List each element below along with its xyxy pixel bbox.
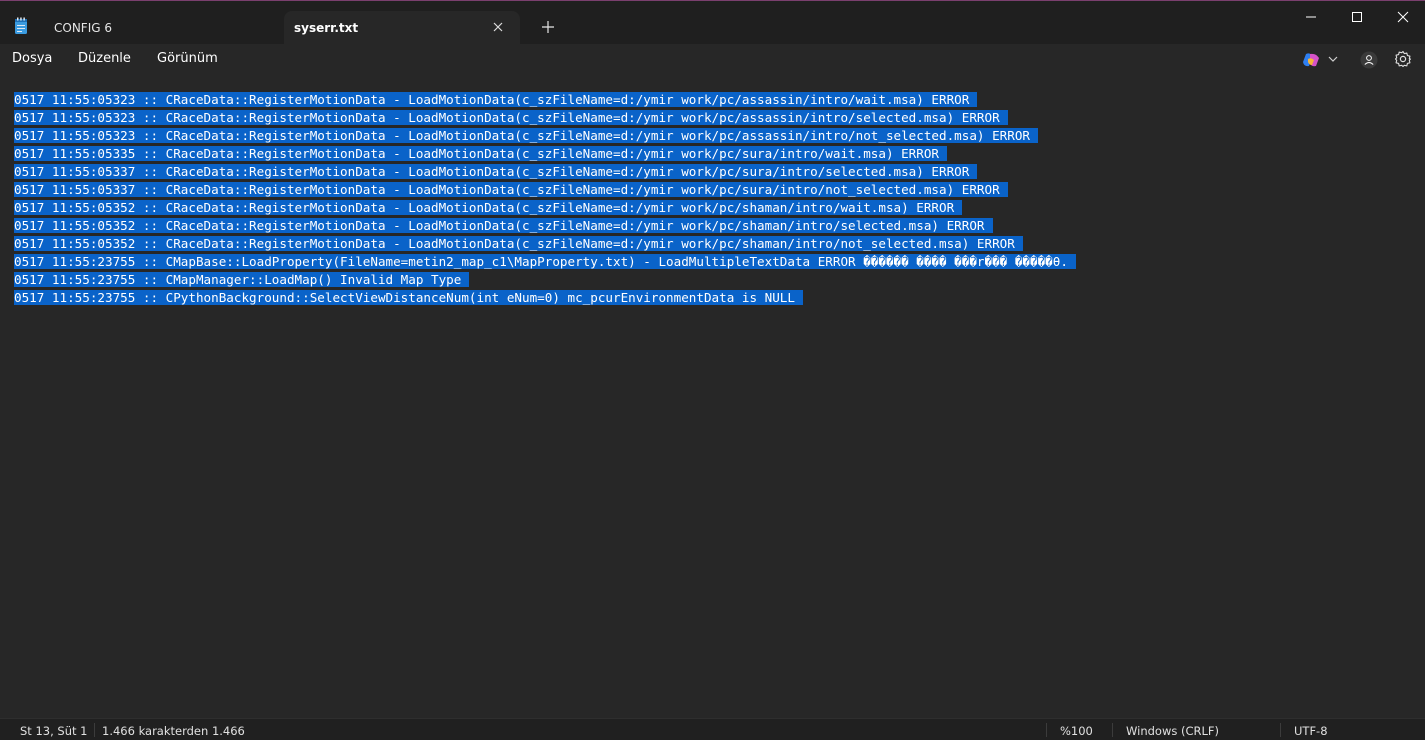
character-count: 1.466 karakterden 1.466 (102, 724, 245, 738)
encoding[interactable]: UTF-8 (1294, 724, 1328, 738)
chevron-down-icon[interactable] (1327, 53, 1339, 65)
editor-line: 0517 11:55:05323 :: CRaceData::RegisterM… (14, 91, 1076, 109)
title-bar: CONFIG 6 syserr.txt (0, 0, 1425, 45)
tab-label: CONFIG 6 (54, 21, 112, 35)
menu-view[interactable]: Görünüm (157, 51, 218, 66)
editor-line: 0517 11:55:05352 :: CRaceData::RegisterM… (14, 199, 1076, 217)
window-close-button[interactable] (1380, 1, 1425, 33)
minimize-icon (1306, 16, 1316, 18)
selected-text: 0517 11:55:05337 :: CRaceData::RegisterM… (14, 164, 978, 179)
tab-syserr[interactable]: syserr.txt (284, 11, 520, 45)
editor-line: 0517 11:55:05337 :: CRaceData::RegisterM… (14, 163, 1076, 181)
selected-text: 0517 11:55:05323 :: CRaceData::RegisterM… (14, 128, 1038, 143)
status-divider (1112, 723, 1113, 737)
window-close-icon (1397, 11, 1409, 23)
menu-edit[interactable]: Düzenle (78, 51, 131, 66)
status-divider (1280, 723, 1281, 737)
account-icon[interactable] (1360, 51, 1378, 69)
tab-config-6[interactable]: CONFIG 6 (40, 11, 280, 45)
text-editor[interactable]: 0517 11:55:05323 :: CRaceData::RegisterM… (0, 74, 1425, 718)
editor-line: 0517 11:55:05352 :: CRaceData::RegisterM… (14, 217, 1076, 235)
minimize-button[interactable] (1288, 1, 1334, 33)
selected-text: 0517 11:55:23755 :: CMapBase::LoadProper… (14, 254, 1076, 269)
zoom-level[interactable]: %100 (1060, 724, 1093, 738)
editor-line: 0517 11:55:23755 :: CMapBase::LoadProper… (14, 253, 1076, 271)
selected-text: 0517 11:55:05323 :: CRaceData::RegisterM… (14, 110, 1008, 125)
gear-icon[interactable] (1394, 50, 1412, 68)
selected-text: 0517 11:55:05335 :: CRaceData::RegisterM… (14, 146, 948, 161)
editor-line: 0517 11:55:05337 :: CRaceData::RegisterM… (14, 181, 1076, 199)
notepad-icon (15, 17, 27, 34)
close-icon[interactable] (490, 19, 506, 35)
line-ending[interactable]: Windows (CRLF) (1126, 724, 1219, 738)
plus-icon[interactable] (538, 17, 558, 37)
selected-text: 0517 11:55:05337 :: CRaceData::RegisterM… (14, 182, 1008, 197)
editor-line: 0517 11:55:05323 :: CRaceData::RegisterM… (14, 127, 1076, 145)
status-divider (94, 723, 95, 737)
selected-text: 0517 11:55:05323 :: CRaceData::RegisterM… (14, 92, 978, 107)
editor-line: 0517 11:55:23755 :: CMapManager::LoadMap… (14, 271, 1076, 289)
selected-text: 0517 11:55:05352 :: CRaceData::RegisterM… (14, 218, 993, 233)
tab-label: syserr.txt (294, 21, 359, 35)
menu-file[interactable]: Dosya (12, 51, 52, 66)
status-divider (1046, 723, 1047, 737)
editor-lines: 0517 11:55:05323 :: CRaceData::RegisterM… (14, 91, 1076, 307)
selected-text: 0517 11:55:05352 :: CRaceData::RegisterM… (14, 236, 1023, 251)
editor-line: 0517 11:55:05323 :: CRaceData::RegisterM… (14, 109, 1076, 127)
editor-line: 0517 11:55:05335 :: CRaceData::RegisterM… (14, 145, 1076, 163)
maximize-button[interactable] (1334, 1, 1380, 33)
menu-bar: Dosya Düzenle Görünüm (0, 44, 1425, 74)
cursor-position: St 13, Süt 1 (20, 724, 88, 738)
selected-text: 0517 11:55:05352 :: CRaceData::RegisterM… (14, 200, 963, 215)
maximize-icon (1352, 12, 1362, 22)
status-bar: St 13, Süt 1 1.466 karakterden 1.466 %10… (0, 718, 1425, 740)
editor-line: 0517 11:55:23755 :: CPythonBackground::S… (14, 289, 1076, 307)
selected-text: 0517 11:55:23755 :: CPythonBackground::S… (14, 290, 803, 305)
editor-line: 0517 11:55:05352 :: CRaceData::RegisterM… (14, 235, 1076, 253)
selected-text: 0517 11:55:23755 :: CMapManager::LoadMap… (14, 272, 470, 287)
copilot-icon[interactable] (1302, 52, 1320, 68)
